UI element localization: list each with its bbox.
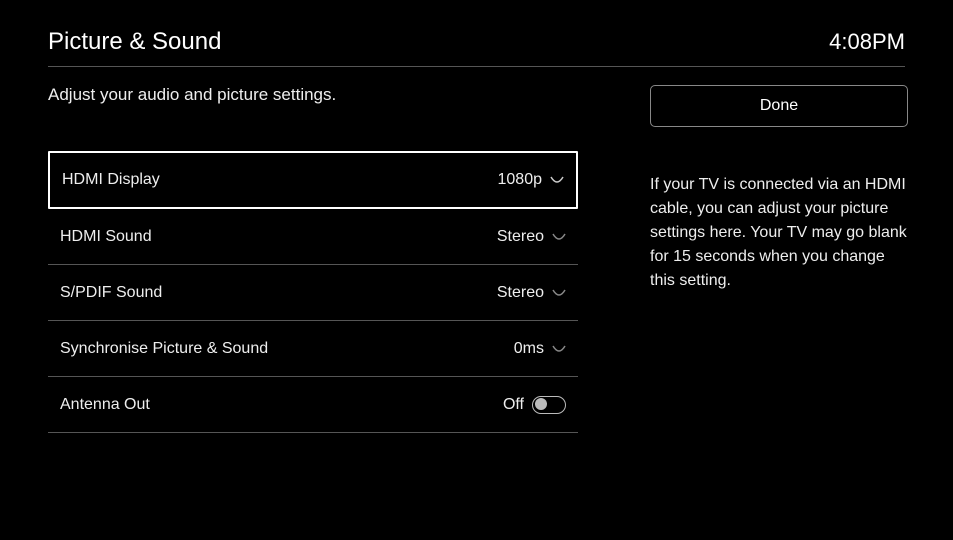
settings-list: HDMI Display 1080p HDMI Sound Stereo: [48, 151, 578, 433]
clock: 4:08PM: [829, 29, 905, 55]
setting-hdmi-display[interactable]: HDMI Display 1080p: [48, 151, 578, 209]
help-text: If your TV is connected via an HDMI cabl…: [650, 173, 908, 293]
setting-value: 1080p: [498, 171, 543, 189]
toggle-off-icon[interactable]: [532, 396, 566, 414]
setting-hdmi-sound[interactable]: HDMI Sound Stereo: [48, 209, 578, 265]
setting-label: HDMI Sound: [60, 228, 152, 246]
done-button[interactable]: Done: [650, 85, 908, 127]
setting-value: Stereo: [497, 228, 544, 246]
chevron-down-icon: [552, 289, 566, 297]
setting-sync-picture-sound[interactable]: Synchronise Picture & Sound 0ms: [48, 321, 578, 377]
setting-label: HDMI Display: [62, 171, 160, 189]
chevron-down-icon: [552, 345, 566, 353]
page-title: Picture & Sound: [48, 28, 221, 56]
chevron-down-icon: [550, 176, 564, 184]
page-subtitle: Adjust your audio and picture settings.: [48, 85, 578, 105]
setting-antenna-out[interactable]: Antenna Out Off: [48, 377, 578, 433]
setting-value: Stereo: [497, 284, 544, 302]
setting-label: S/PDIF Sound: [60, 284, 162, 302]
setting-value: Off: [503, 396, 524, 414]
setting-spdif-sound[interactable]: S/PDIF Sound Stereo: [48, 265, 578, 321]
chevron-down-icon: [552, 233, 566, 241]
setting-label: Antenna Out: [60, 396, 150, 414]
setting-label: Synchronise Picture & Sound: [60, 340, 268, 358]
setting-value: 0ms: [514, 340, 544, 358]
